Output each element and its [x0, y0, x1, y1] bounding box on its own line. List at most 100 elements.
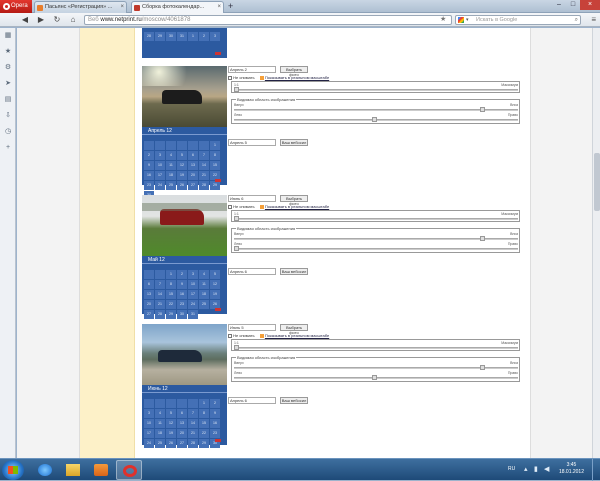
plus-icon[interactable]: + — [0, 140, 16, 156]
vertical-slider[interactable] — [234, 367, 518, 369]
apply-row: Апрель 6 Ваш вебосил — [228, 268, 308, 275]
photo-car-lake[interactable] — [142, 324, 227, 385]
send-icon[interactable]: ➤ — [0, 76, 16, 92]
calendar-day — [155, 270, 165, 279]
taskbar-explorer[interactable] — [60, 460, 86, 480]
vertical-slider[interactable] — [234, 238, 518, 240]
scale-slider-handle[interactable] — [234, 87, 239, 92]
visible-area-fieldset: Видимая область изображения Вверх Вниз Л… — [231, 226, 520, 253]
horizontal-slider-row: Лево Право — [234, 242, 518, 252]
calendar-month: Май 12 1 2 3 4 5 6 7 8 9 10 11 12 13 14 15 16 17 18 19 20 21… — [142, 256, 227, 319]
photo-name-field[interactable]: Июнь 6 — [228, 195, 276, 202]
bookmark-star-icon[interactable]: ★ — [440, 15, 446, 23]
download-icon[interactable]: ⇩ — [0, 108, 16, 124]
choose-photo-button[interactable]: Выбрать фото — [280, 324, 308, 335]
vertical-slider-handle[interactable] — [480, 365, 485, 370]
horizontal-slider-handle[interactable] — [372, 117, 377, 122]
visible-area-label: Видимая область изображения — [236, 355, 297, 360]
real-scale-link[interactable]: Показывать в реальном масштабе — [265, 204, 329, 209]
network-icon[interactable]: ▮ — [534, 465, 538, 473]
forward-icon[interactable]: ▶ — [36, 15, 46, 25]
vertical-slider-handle[interactable] — [480, 236, 485, 241]
tab-favicon-icon — [37, 5, 43, 11]
windows-logo-icon — [8, 466, 18, 474]
back-icon[interactable]: ◀ — [20, 15, 30, 25]
apply-button[interactable]: Ваш вебосил — [280, 268, 308, 275]
real-scale-link[interactable]: Показывать в реальном масштабе — [265, 75, 329, 80]
calendar-day: 28 — [155, 310, 165, 319]
calendar-day: 3 — [144, 409, 154, 418]
language-indicator[interactable]: RU — [508, 466, 515, 472]
options-row: Не снимать Показывать в реальном масштаб… — [228, 204, 329, 209]
maximize-icon[interactable]: □ — [566, 0, 580, 10]
home-icon[interactable]: ⌂ — [68, 15, 78, 25]
calendar-day: 25 — [166, 181, 176, 190]
taskbar-opera[interactable] — [116, 460, 142, 480]
scrollbar-thumb[interactable] — [594, 153, 600, 211]
no-crop-checkbox[interactable] — [228, 333, 232, 338]
tab-photo-calendar[interactable]: Сборка фотокалендар... × — [131, 1, 224, 13]
tray-arrow-icon[interactable]: ▴ — [524, 465, 528, 473]
month-field[interactable]: Апрель 6 — [228, 397, 276, 404]
scale-slider[interactable] — [234, 218, 518, 220]
horizontal-slider-handle[interactable] — [234, 246, 239, 251]
url-path: /moscow/4061878 — [141, 17, 191, 23]
month-field[interactable]: Апрель 5 — [228, 139, 276, 146]
search-input[interactable]: ▾ Искать в Google ⌕ — [455, 15, 581, 25]
minimize-icon[interactable]: – — [552, 0, 566, 10]
no-crop-checkbox[interactable] — [228, 204, 232, 209]
chevron-down-icon[interactable]: ▾ — [466, 16, 469, 24]
photo-car-grass[interactable] — [142, 195, 227, 256]
vertical-scrollbar[interactable] — [592, 28, 600, 458]
photo-name-field[interactable]: Июль 5 — [228, 324, 276, 331]
opera-menu-button[interactable]: Opera — [0, 0, 32, 13]
horizontal-slider[interactable] — [234, 248, 518, 250]
show-desktop-button[interactable] — [592, 459, 600, 481]
vertical-slider-row: Вверх Вниз — [234, 232, 518, 242]
no-crop-checkbox[interactable] — [228, 75, 232, 80]
right-label: Право — [507, 371, 518, 375]
warning-icon — [259, 204, 264, 209]
scale-slider[interactable] — [234, 89, 518, 91]
close-window-icon[interactable]: × — [580, 0, 600, 10]
reload-icon[interactable]: ↻ — [52, 15, 62, 25]
apply-button[interactable]: Ваш вебосил — [280, 139, 308, 146]
gear-icon[interactable]: ⚙ — [0, 60, 16, 76]
calendar-day: 10 — [155, 161, 165, 170]
calendar-day: 11 — [155, 419, 165, 428]
apply-button[interactable]: Ваш вебосил — [280, 397, 308, 404]
star-icon[interactable]: ★ — [0, 44, 16, 60]
photo-car-sunset[interactable] — [142, 66, 227, 127]
history-icon[interactable]: ◷ — [0, 124, 16, 140]
calendar-day: 27 — [144, 310, 154, 319]
scale-slider-handle[interactable] — [234, 216, 239, 221]
month-field[interactable]: Апрель 6 — [228, 268, 276, 275]
taskbar-ie[interactable] — [32, 460, 58, 480]
menu-icon[interactable]: ≡ — [591, 15, 596, 24]
search-icon[interactable]: ⌕ — [575, 16, 578, 24]
vertical-slider-handle[interactable] — [480, 107, 485, 112]
scale-slider[interactable] — [234, 347, 518, 349]
speed-dial-icon[interactable]: ▦ — [0, 28, 16, 44]
volume-icon[interactable]: ◀ — [544, 465, 549, 473]
vertical-slider[interactable] — [234, 109, 518, 111]
photo-name-field[interactable]: Апрель 2 — [228, 66, 276, 73]
clock[interactable]: 3:45 18.01.2012 — [559, 462, 584, 476]
address-field[interactable]: Веб www.netprint.ru/moscow/4061878 — [84, 15, 452, 25]
real-scale-link[interactable]: Показывать в реальном масштабе — [265, 333, 329, 338]
tab-close-icon[interactable]: × — [217, 2, 221, 13]
top-label: Вверх — [234, 361, 244, 365]
start-button[interactable] — [2, 460, 24, 480]
calendar-day: 20 — [144, 300, 154, 309]
notes-icon[interactable]: ▤ — [0, 92, 16, 108]
horizontal-slider-handle[interactable] — [372, 375, 377, 380]
scale-slider-handle[interactable] — [234, 345, 239, 350]
choose-photo-button[interactable]: Выбрать фото — [280, 66, 308, 77]
new-tab-button[interactable]: + — [228, 1, 233, 12]
calendar-day: 26 — [177, 181, 187, 190]
tab-registration[interactable]: Пасьянс «Регистрация» ... × — [34, 1, 127, 13]
tab-close-icon[interactable]: × — [120, 2, 124, 13]
taskbar-media-player[interactable] — [88, 460, 114, 480]
choose-photo-button[interactable]: Выбрать фото — [280, 195, 308, 206]
calendar-day: 19 — [210, 290, 220, 299]
